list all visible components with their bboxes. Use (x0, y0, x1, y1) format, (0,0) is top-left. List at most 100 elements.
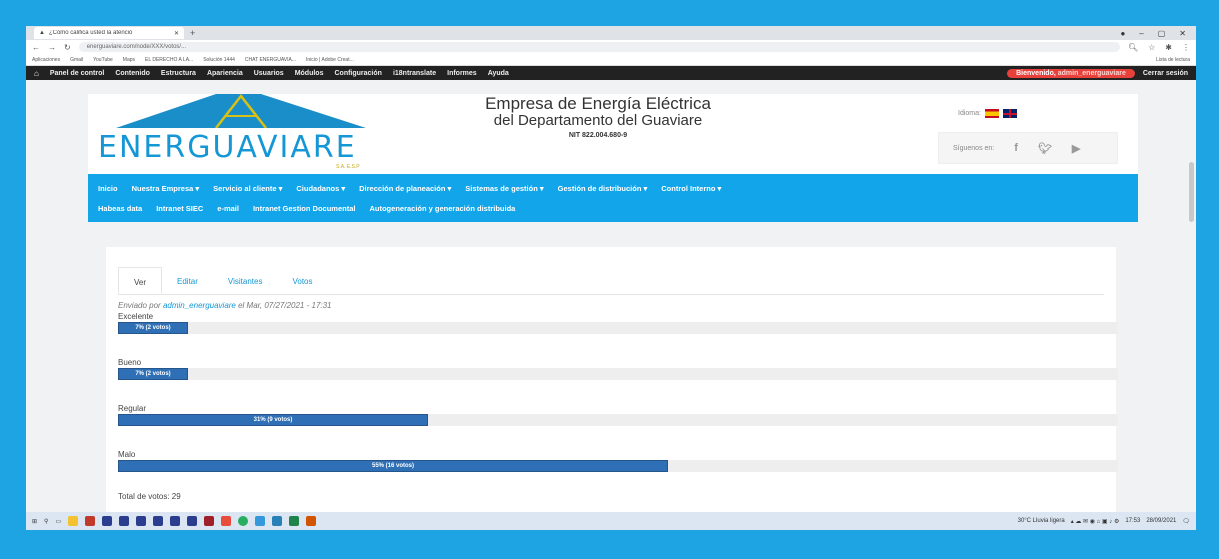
favicon-icon: ▲ (39, 30, 45, 36)
site-area: ENERGUAVIARE S.A. E.S.P Empresa de Energ… (26, 94, 1196, 530)
tab-visitantes[interactable]: Visitantes (213, 267, 278, 294)
author-link[interactable]: admin_energuaviare (163, 301, 236, 310)
welcome-badge[interactable]: Bienvenido, admin_energuaviare (1007, 68, 1135, 78)
admin-menu-item[interactable]: Apariencia (207, 70, 243, 77)
tray-icons[interactable]: ▴ ☁ ✉ ◉ ⌂ ▣ ♪ ⚙ (1071, 518, 1120, 525)
bookmark-item[interactable]: CHAT ENERGUAVIA... (245, 57, 296, 63)
nav-item[interactable]: Intranet Gestion Documental (253, 204, 356, 213)
back-icon[interactable]: ← (32, 43, 40, 52)
logout-link[interactable]: Cerrar sesión (1143, 70, 1188, 77)
windows-start-icon[interactable]: ⊞ (32, 518, 37, 525)
home-icon[interactable]: ⌂ (34, 69, 39, 78)
chrome-icon[interactable] (238, 516, 249, 526)
nav-item[interactable]: Intranet SIEC (156, 204, 203, 213)
bookmark-item[interactable]: Solución 1444 (203, 57, 235, 63)
app-icon[interactable] (187, 516, 198, 526)
nav-item[interactable]: Sistemas de gestión ▾ (465, 184, 543, 193)
nav-item[interactable]: Ciudadanos ▾ (296, 184, 345, 193)
admin-menu-item[interactable]: i18ntranslate (393, 70, 436, 77)
submitted-prefix: Enviado por (118, 301, 161, 310)
app-icon[interactable] (255, 516, 266, 526)
tab-votos[interactable]: Votos (277, 267, 327, 294)
pdf-icon[interactable] (221, 516, 232, 526)
app-icon[interactable] (204, 516, 215, 526)
nav-item[interactable]: Autogeneración y generación distribuida (369, 204, 515, 213)
close-window-icon[interactable]: ✕ (1179, 29, 1186, 38)
app-icon[interactable] (119, 516, 130, 526)
bookmark-item[interactable]: Aplicaciones (32, 57, 60, 63)
weather-text[interactable]: 30°C Lluvia ligera (1018, 518, 1065, 524)
nav-item[interactable]: Servicio al cliente ▾ (213, 184, 282, 193)
admin-menu-item[interactable]: Estructura (161, 70, 196, 77)
menu-icon[interactable]: ⋮ (1182, 43, 1190, 52)
youtube-icon[interactable]: ▶ (1072, 142, 1080, 155)
nav-item[interactable]: Dirección de planeación ▾ (359, 184, 451, 193)
browser-tab[interactable]: ▲ ¿Cómo califica usted la atenció ✕ (34, 27, 184, 39)
bookmark-item[interactable]: Inicio | Adobe Creat... (306, 57, 354, 63)
logo-graphic (116, 94, 366, 128)
app-icon[interactable] (102, 516, 113, 526)
bookmark-item[interactable]: Gmail (70, 57, 83, 63)
app-icon[interactable] (170, 516, 181, 526)
admin-menu-item[interactable]: Panel de control (50, 70, 104, 77)
file-explorer-icon[interactable] (68, 516, 79, 526)
reading-list[interactable]: Lista de lectura (1156, 57, 1190, 63)
nav-item[interactable]: Inicio (98, 184, 118, 193)
nav-item[interactable]: Control Interno ▾ (661, 184, 721, 193)
forward-icon[interactable]: → (48, 43, 56, 52)
poll-bar-track: 31% (9 votos) (118, 414, 1118, 426)
excel-icon[interactable] (289, 516, 300, 526)
task-view-icon[interactable]: ▭ (55, 518, 61, 525)
close-tab-icon[interactable]: ✕ (174, 30, 179, 37)
bookmark-item[interactable]: EL DERECHO A LA... (145, 57, 193, 63)
poll-list: Excelente 7% (2 votos) Bueno 7% (2 votos) Re… (118, 312, 1118, 472)
page-scrollbar[interactable] (1189, 162, 1194, 222)
admin-menu-item[interactable]: Ayuda (488, 70, 509, 77)
bookmark-item[interactable]: Maps (123, 57, 135, 63)
english-flag-icon[interactable] (1002, 109, 1017, 118)
twitter-icon[interactable]: 🐦︎ (1038, 142, 1052, 155)
total-votes: Total de votos: 29 (118, 492, 181, 501)
nav-item[interactable]: Nuestra Empresa ▾ (132, 184, 200, 193)
admin-menu-item[interactable]: Contenido (115, 70, 150, 77)
outlook-icon[interactable] (272, 516, 283, 526)
url-field[interactable]: energuaviare.com/node/XXX/votos/... (78, 42, 1120, 52)
app-icon[interactable] (85, 516, 96, 526)
extensions-icon[interactable]: ✱ (1165, 43, 1172, 52)
maximize-icon[interactable]: ▢ (1158, 29, 1166, 38)
profile-icon[interactable]: ● (1120, 29, 1125, 38)
star-icon[interactable]: ☆ (1148, 43, 1155, 52)
poll-bar-fill: 7% (2 votos) (118, 322, 188, 334)
admin-menu-item[interactable]: Usuarios (254, 70, 284, 77)
language-selector: Idioma: (958, 109, 1017, 118)
tab-ver[interactable]: Ver (118, 267, 163, 294)
new-tab-button[interactable]: + (190, 28, 195, 38)
site-header: ENERGUAVIARE S.A. E.S.P Empresa de Energ… (88, 94, 1138, 174)
admin-menu-item[interactable]: Informes (447, 70, 477, 77)
admin-menu-item[interactable]: Configuración (334, 70, 381, 77)
clock-time[interactable]: 17:53 (1125, 518, 1140, 524)
minimize-icon[interactable]: – (1139, 29, 1143, 38)
app-icon[interactable] (136, 516, 147, 526)
poll-option: Excelente 7% (2 votos) (118, 312, 1118, 334)
nav-item[interactable]: e-mail (217, 204, 239, 213)
poll-option: Bueno 7% (2 votos) (118, 358, 1118, 380)
admin-menu-item[interactable]: Módulos (295, 70, 324, 77)
bookmark-item[interactable]: YouTube (93, 57, 113, 63)
nav-item[interactable]: Habeas data (98, 204, 142, 213)
spanish-flag-icon[interactable] (984, 109, 999, 118)
notifications-icon[interactable]: 🗨︎ (1182, 518, 1190, 525)
reload-icon[interactable]: ↻ (64, 43, 71, 52)
facebook-icon[interactable]: f (1014, 142, 1018, 154)
nav-item[interactable]: Gestión de distribución ▾ (558, 184, 648, 193)
app-icon[interactable] (306, 516, 317, 526)
search-icon[interactable]: ⚲ (44, 518, 48, 525)
poll-bar-track: 55% (16 votos) (118, 460, 1118, 472)
clock-date[interactable]: 28/09/2021 (1146, 518, 1176, 524)
follow-label: Síguenos en: (953, 144, 995, 152)
tab-editar[interactable]: Editar (162, 267, 213, 294)
zoom-icon[interactable]: 🔍︎ (1128, 43, 1138, 52)
submitted-info: Enviado por admin_energuaviare el Mar, 0… (118, 301, 1104, 310)
app-icon[interactable] (153, 516, 164, 526)
company-line1: Empresa de Energía Eléctrica (485, 94, 711, 113)
